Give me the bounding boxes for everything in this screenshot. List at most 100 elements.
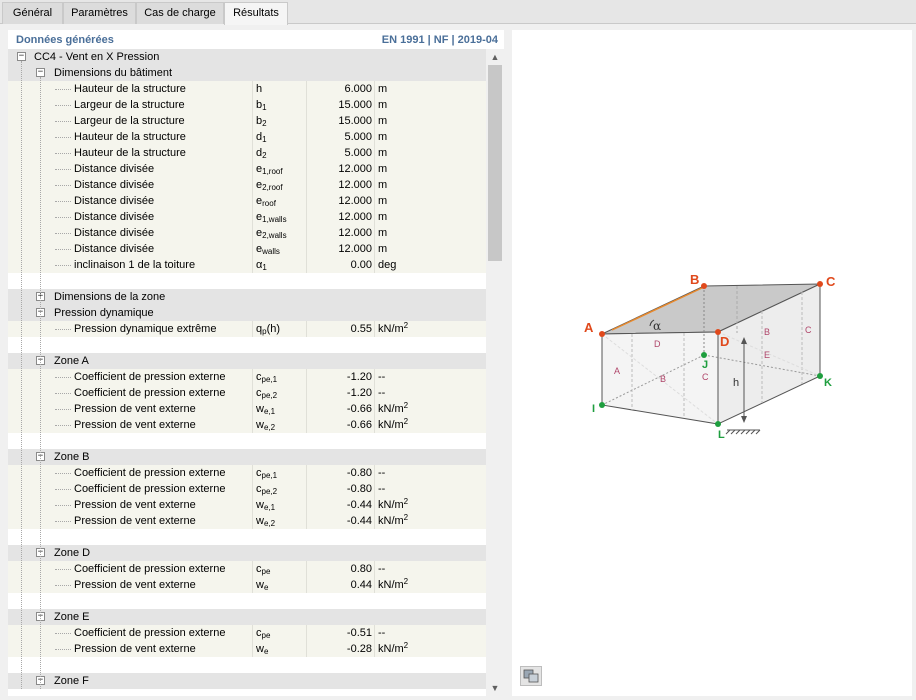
graphic-options-button[interactable] [520, 666, 542, 686]
table-row[interactable]: Pression dynamique extrême qp(h) 0.55 kN/m2 [8, 321, 486, 337]
ground-hatch [725, 429, 761, 435]
collapse-icon[interactable]: − [36, 68, 45, 77]
table-row[interactable]: Coefficient de pression externe cpe,1 -1.2… [8, 369, 486, 385]
group-zone[interactable]: − Zone F [8, 673, 486, 689]
group-zone-dimensions[interactable]: + Dimensions de la zone [8, 289, 486, 305]
group-label: Dimensions de la zone [54, 291, 166, 303]
group-label: Zone F [54, 675, 89, 687]
group-label: Pression dynamique [54, 307, 154, 319]
property-unit: m [378, 225, 387, 241]
group-building-dimensions[interactable]: − Dimensions du bâtiment [8, 65, 486, 81]
zone-c-label: C [702, 372, 709, 382]
unit-main: kN/m [378, 323, 404, 335]
table-row[interactable]: Distance divisée ewalls 12.000 m [8, 241, 486, 257]
table-row[interactable]: Pression de vent externe we 0.44 kN/m2 [8, 577, 486, 593]
table-row[interactable]: Largeur de la structure b2 15.000 m [8, 113, 486, 129]
tree-root-row[interactable]: − CC4 - Vent en X Pression [8, 49, 486, 65]
group-zone[interactable]: − Zone A [8, 353, 486, 369]
table-row[interactable]: Pression de vent externe we,1 -0.44 kN/m2 [8, 497, 486, 513]
property-value: 12.000 [338, 179, 372, 191]
property-value: -1.20 [346, 387, 372, 399]
table-row[interactable]: Hauteur de la structure d1 5.000 m [8, 129, 486, 145]
property-label: Pression de vent externe [74, 515, 196, 527]
table-row[interactable]: Coefficient de pression externe cpe,2 -0.8… [8, 481, 486, 497]
unit-main: m [378, 163, 388, 175]
property-value: 12.000 [338, 211, 372, 223]
property-symbol: b1 [256, 97, 267, 113]
property-value: 0.00 [350, 259, 372, 271]
property-label: Largeur de la structure [74, 99, 185, 111]
unit-main: kN/m [378, 643, 404, 655]
property-value: 12.000 [338, 195, 372, 207]
unit-main: -- [378, 387, 386, 399]
vertical-scrollbar[interactable]: ▲ ▼ [486, 49, 504, 696]
property-unit: m [378, 177, 387, 193]
property-label: Distance divisée [74, 195, 155, 207]
corner-b-label: B [690, 272, 699, 287]
property-symbol: we,1 [256, 497, 275, 513]
table-row[interactable]: Coefficient de pression externe cpe -0.51-… [8, 625, 486, 641]
table-row[interactable]: Pression de vent externe we,1 -0.66 kN/m2 [8, 401, 486, 417]
symbol-main: h [256, 83, 263, 95]
group-zone[interactable]: − Zone D [8, 545, 486, 561]
table-row[interactable]: Coefficient de pression externe cpe,1 -0.8… [8, 465, 486, 481]
tab-results[interactable]: Résultats [224, 2, 288, 25]
symbol-subscript: e,1 [263, 407, 276, 416]
table-row[interactable]: Hauteur de la structure h 6.000 m [8, 81, 486, 97]
table-row[interactable]: Hauteur de la structure d2 5.000 m [8, 145, 486, 161]
spacer-row [8, 593, 486, 609]
unit-exponent: 2 [403, 513, 409, 522]
property-label: Coefficient de pression externe [74, 483, 226, 495]
corner-b-marker [701, 283, 707, 289]
collapse-icon[interactable]: − [17, 52, 26, 61]
table-row[interactable]: Largeur de la structure b1 15.000 m [8, 97, 486, 113]
property-symbol: e2,roof [256, 177, 283, 193]
table-row[interactable]: Pression de vent externe we -0.28 kN/m2 [8, 641, 486, 657]
corner-a-label: A [584, 320, 594, 335]
table-row[interactable]: Pression de vent externe we,2 -0.44 kN/m2 [8, 513, 486, 529]
property-value: -1.20 [346, 371, 372, 383]
property-symbol: α1 [256, 257, 267, 273]
property-unit: m [378, 129, 387, 145]
corner-a-marker [599, 331, 605, 337]
table-row[interactable]: Pression de vent externe we,2 -0.66 kN/m2 [8, 417, 486, 433]
property-label: Coefficient de pression externe [74, 387, 226, 399]
zone-c2-label: C [805, 325, 812, 335]
symbol-subscript: walls [262, 247, 280, 256]
table-row[interactable]: Coefficient de pression externe cpe 0.80 -- [8, 561, 486, 577]
property-symbol: cpe,1 [256, 369, 277, 385]
tab-parameters[interactable]: Paramètres [63, 2, 136, 24]
results-tree[interactable]: − CC4 - Vent en X Pression − Dimensions du … [8, 49, 486, 696]
table-row[interactable]: Coefficient de pression externe cpe,2 -1.2… [8, 385, 486, 401]
property-label: Distance divisée [74, 163, 155, 175]
arrow-down-icon [741, 416, 747, 423]
tab-load-cases[interactable]: Cas de charge [136, 2, 224, 24]
property-unit: kN/m2 [378, 497, 408, 513]
table-row[interactable]: Distance divisée e2,roof 12.000 m [8, 177, 486, 193]
table-row[interactable]: Distance divisée eroof 12.000 m [8, 193, 486, 209]
corner-c-marker [817, 281, 823, 287]
chevron-up-icon[interactable]: ▲ [486, 49, 504, 65]
symbol-subscript: e,2 [263, 519, 276, 528]
group-zone[interactable]: − Zone B [8, 449, 486, 465]
property-unit: kN/m2 [378, 401, 408, 417]
unit-exponent: 2 [403, 417, 409, 426]
group-zone[interactable]: − Zone E [8, 609, 486, 625]
table-row[interactable]: Distance divisée e2,walls 12.000 m [8, 225, 486, 241]
table-row[interactable]: Distance divisée e1,walls 12.000 m [8, 209, 486, 225]
spacer-row [8, 529, 486, 545]
property-unit: -- [378, 465, 385, 481]
tab-general[interactable]: Général [2, 2, 63, 24]
tree-guide-line [21, 61, 22, 689]
group-label: Zone E [54, 611, 90, 623]
chevron-down-icon[interactable]: ▼ [486, 680, 504, 696]
property-symbol: cpe,2 [256, 481, 277, 497]
property-unit: kN/m2 [378, 641, 408, 657]
property-label: Distance divisée [74, 179, 155, 191]
group-dynamic-pressure[interactable]: − Pression dynamique [8, 305, 486, 321]
table-row[interactable]: inclinaison 1 de la toiture α1 0.00 deg [8, 257, 486, 273]
scrollbar-thumb[interactable] [488, 65, 502, 261]
table-row[interactable]: Distance divisée e1,roof 12.000 m [8, 161, 486, 177]
building-diagram: α h A B C D E B C A B C D I J K L [584, 272, 836, 441]
property-unit: m [378, 97, 387, 113]
